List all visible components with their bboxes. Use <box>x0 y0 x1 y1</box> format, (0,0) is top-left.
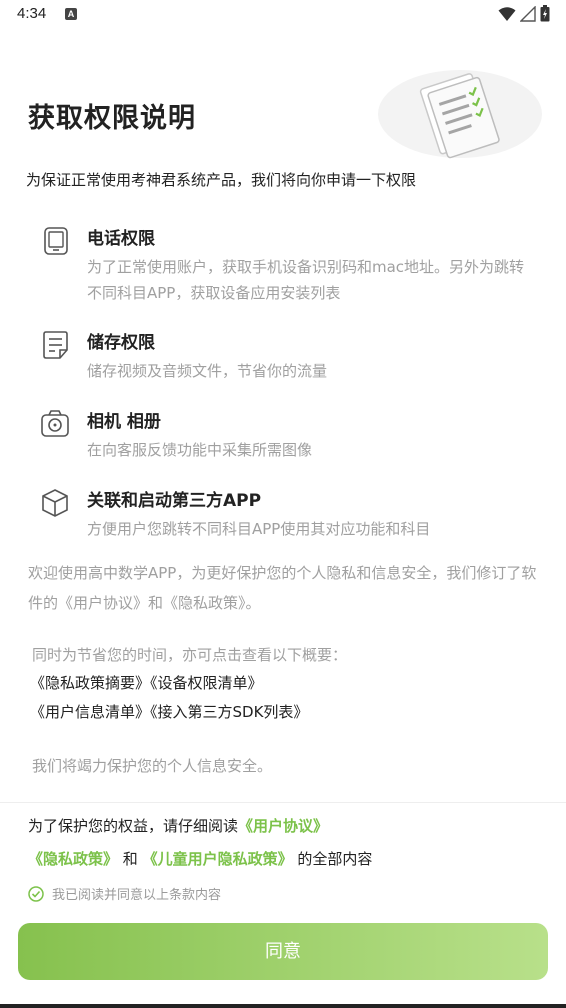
summary-links-row-2: 《用户信息清单》《接入第三方SDK列表》 <box>30 698 308 726</box>
permission-desc: 在向客服反馈功能中采集所需图像 <box>87 441 313 459</box>
permission-title: 电话权限 <box>87 229 155 249</box>
navigation-bar <box>0 1004 566 1008</box>
checkbox-label: 我已阅读并同意以上条款内容 <box>52 888 222 903</box>
status-icons <box>498 5 550 22</box>
consent-suffix: 的全部内容 <box>297 850 373 868</box>
child-privacy-link[interactable]: 《儿童用户隐私政策》 <box>143 850 293 868</box>
welcome-text: 欢迎使用高中数学APP，为更好保护您的个人隐私和信息安全，我们修订了软件的《用户… <box>28 564 537 612</box>
device-permissions-link[interactable]: 《设备权限清单》 <box>150 674 263 692</box>
consent-prefix: 为了保护您的权益，请仔细阅读 <box>28 817 239 835</box>
privacy-policy-link[interactable]: 《隐私政策》 <box>28 850 118 868</box>
permission-desc: 储存视频及音频文件，节省你的流量 <box>87 362 328 380</box>
privacy-summary-link[interactable]: 《隐私政策摘要》 <box>30 674 150 692</box>
permission-title: 储存权限 <box>87 333 155 353</box>
third-party-sdk-link[interactable]: 《接入第三方SDK列表》 <box>150 703 308 721</box>
consent-line-2: 《隐私政策》 和 《儿童用户隐私政策》 的全部内容 <box>28 848 372 869</box>
document-checklist-icon <box>378 70 542 159</box>
user-info-list-link[interactable]: 《用户信息清单》 <box>30 703 150 721</box>
permission-title: 关联和启动第三方APP <box>87 491 262 511</box>
intro-text: 为保证正常使用考神君系统产品，我们将向你申请一下权限 <box>26 171 417 189</box>
divider <box>0 802 566 803</box>
camera-icon <box>41 410 69 437</box>
signal-icon <box>520 5 536 22</box>
consent-conjunction: 和 <box>122 850 138 868</box>
user-agreement-link[interactable]: 《用户协议》 <box>238 817 328 835</box>
page-title: 获取权限说明 <box>28 103 196 134</box>
consent-line-1: 为了保护您的权益，请仔细阅读《用户协议》 <box>28 815 328 836</box>
a-app-icon: A <box>65 8 77 20</box>
summary-links-row-1: 《隐私政策摘要》《设备权限清单》 <box>30 669 263 697</box>
status-bar: 4:34 A <box>0 0 566 30</box>
permission-desc: 为了正常使用账户，获取手机设备识别码和mac地址。另外为跳转不同科目APP，获取… <box>87 258 525 302</box>
agree-checkbox-row[interactable]: 我已阅读并同意以上条款内容 <box>28 884 221 903</box>
status-time: 4:34 <box>17 5 47 22</box>
permission-desc: 方便用户您跳转不同科目APP使用其对应功能和科目 <box>87 520 431 538</box>
protect-text: 我们将竭力保护您的个人信息安全。 <box>32 757 273 775</box>
summary-intro: 同时为节省您的时间，亦可点击查看以下概要： <box>32 646 348 664</box>
cube-icon <box>42 489 68 517</box>
check-circle-icon[interactable] <box>28 885 44 902</box>
battery-icon <box>540 5 550 22</box>
wifi-icon <box>498 6 516 21</box>
phone-icon <box>44 227 68 255</box>
storage-icon <box>43 331 68 359</box>
agree-button[interactable]: 同意 <box>18 923 548 980</box>
permission-title: 相机 相册 <box>87 412 161 432</box>
